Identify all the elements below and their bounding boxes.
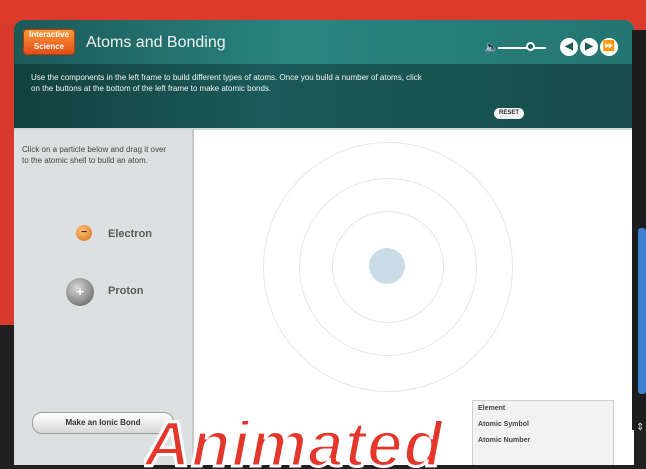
- forward-button[interactable]: ⏩: [600, 38, 618, 56]
- instructions-text: Use the components in the left frame to …: [31, 73, 422, 93]
- volume-slider[interactable]: 🔈: [484, 40, 554, 54]
- left-panel-hint: Click on a particle below and drag it ov…: [22, 145, 167, 165]
- info-symbol-label: Atomic Symbol: [478, 421, 529, 428]
- electron-label: Electron: [108, 228, 153, 240]
- banner-text: Animated: [144, 415, 444, 469]
- reset-button[interactable]: RESET: [494, 108, 524, 119]
- page-title: Atoms and Bonding: [86, 34, 226, 51]
- back-button[interactable]: ◀: [560, 38, 578, 56]
- info-number-label: Atomic Number: [478, 437, 531, 444]
- scroll-arrow-icon[interactable]: ⇕: [636, 422, 644, 433]
- header: Interactive Science Atoms and Bonding 🔈 …: [14, 20, 634, 130]
- logo-icon: Interactive Science: [23, 29, 75, 55]
- background-top: [0, 0, 646, 22]
- electron-particle[interactable]: −: [76, 225, 92, 241]
- simulation-window: Interactive Science Atoms and Bonding 🔈 …: [14, 20, 634, 465]
- nucleus: [369, 248, 405, 284]
- element-info-panel: Element Atomic Symbol Atomic Number: [472, 400, 614, 465]
- speaker-icon: 🔈: [484, 40, 499, 54]
- proton-particle[interactable]: +: [66, 278, 94, 306]
- play-button[interactable]: ▶: [580, 38, 598, 56]
- proton-label: Proton: [108, 285, 144, 297]
- volume-track[interactable]: [498, 47, 546, 49]
- info-element-label: Element: [478, 405, 506, 412]
- volume-knob[interactable]: [526, 42, 535, 51]
- title-bar: Interactive Science Atoms and Bonding 🔈 …: [14, 20, 634, 64]
- scrollbar-thumb[interactable]: [638, 228, 646, 394]
- animated-banner: Animated: [144, 415, 464, 469]
